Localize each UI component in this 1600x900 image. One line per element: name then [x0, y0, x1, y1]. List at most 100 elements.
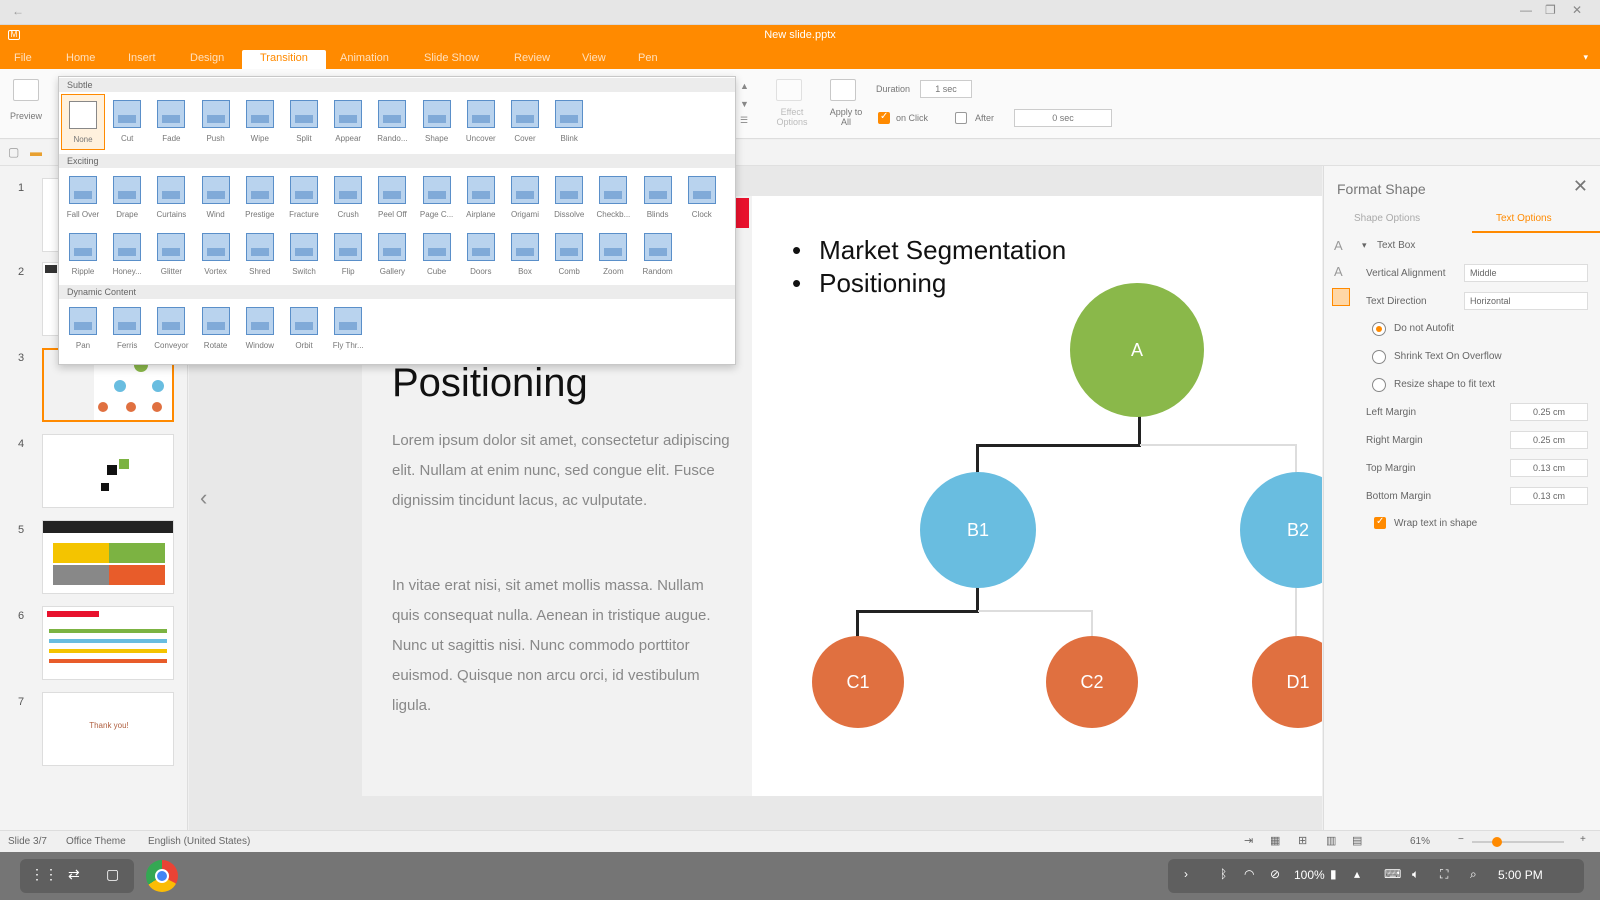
slideshow-view-icon[interactable]: ▤ [1352, 834, 1362, 847]
zoom-out-icon[interactable]: − [1458, 834, 1464, 845]
transition-option[interactable]: Doors [459, 227, 503, 283]
text-direction-select[interactable]: Horizontal [1464, 292, 1588, 310]
transition-option[interactable]: Flip [326, 227, 370, 283]
bottom-margin-spinner[interactable]: 0.13 cm [1510, 487, 1588, 505]
transition-option[interactable]: Clock [680, 170, 724, 226]
transition-option[interactable]: Page C... [415, 170, 459, 226]
transition-option[interactable]: Pan [61, 301, 105, 357]
slide-title[interactable]: Positioning [392, 361, 588, 406]
open-folder-icon[interactable]: ▬ [30, 145, 42, 159]
node-a[interactable]: A [1070, 283, 1204, 417]
bullet-list[interactable]: Market Segmentation Positioning [792, 234, 1066, 300]
transition-option[interactable]: Box [503, 227, 547, 283]
menu-pen[interactable]: Pen [638, 52, 658, 64]
slide-thumbnail-7[interactable]: Thank you! [42, 692, 174, 766]
transition-option[interactable]: Orbit [282, 301, 326, 357]
menu-animation[interactable]: Animation [340, 52, 389, 64]
close-window-icon[interactable]: ✕ [1572, 3, 1582, 17]
expand-tray-icon[interactable]: › [1184, 867, 1188, 881]
transition-option[interactable]: Airplane [459, 170, 503, 226]
transition-option[interactable]: Gallery [370, 227, 414, 283]
after-checkbox[interactable] [955, 112, 967, 124]
tab-text-options[interactable]: Text Options [1496, 213, 1552, 224]
transition-option[interactable]: Comb [547, 227, 591, 283]
transition-option[interactable]: Shred [238, 227, 282, 283]
menu-transition[interactable]: Transition [242, 50, 326, 70]
text-effects-icon[interactable]: A [1334, 264, 1343, 279]
transition-option[interactable]: None [61, 94, 105, 150]
transition-option[interactable]: Window [238, 301, 282, 357]
slide-paragraph-2[interactable]: In vitae erat nisi, sit amet mollis mass… [392, 571, 732, 721]
transition-option[interactable]: Glitter [149, 227, 193, 283]
node-b1[interactable]: B1 [920, 472, 1036, 588]
vertical-alignment-select[interactable]: Middle [1464, 264, 1588, 282]
normal-view-icon[interactable]: ▦ [1270, 834, 1280, 847]
reading-view-icon[interactable]: ▥ [1326, 834, 1336, 847]
menu-design[interactable]: Design [190, 52, 224, 64]
switch-icon[interactable]: ⇄ [68, 866, 80, 883]
transition-option[interactable]: Drape [105, 170, 149, 226]
zoom-level[interactable]: 61% [1410, 836, 1430, 847]
node-d1[interactable]: D1 [1252, 636, 1322, 728]
slide-thumbnail-4[interactable] [42, 434, 174, 508]
up-arrow-icon[interactable]: ▴ [1354, 867, 1360, 881]
duration-spinner[interactable]: 1 sec [920, 80, 972, 98]
transition-option[interactable]: Rotate [194, 301, 238, 357]
transition-option[interactable]: Blink [547, 94, 591, 150]
menu-view[interactable]: View [582, 52, 606, 64]
top-margin-spinner[interactable]: 0.13 cm [1510, 459, 1588, 477]
transition-option[interactable]: Cover [503, 94, 547, 150]
transition-option[interactable]: Fall Over [61, 170, 105, 226]
transition-option[interactable]: Split [282, 94, 326, 150]
transition-option[interactable]: Push [194, 94, 238, 150]
menu-slide-show[interactable]: Slide Show [424, 52, 479, 64]
transition-option[interactable]: Wind [194, 170, 238, 226]
node-b2[interactable]: B2 [1240, 472, 1322, 588]
text-fill-icon[interactable]: A [1334, 238, 1343, 253]
text-box-section[interactable]: Text Box [1377, 240, 1415, 251]
search-icon[interactable]: ⌕ [1470, 867, 1477, 882]
transition-option[interactable]: Appear [326, 94, 370, 150]
autofit-none-radio[interactable] [1372, 322, 1386, 336]
language[interactable]: English (United States) [148, 836, 250, 847]
text-box-icon[interactable] [1332, 288, 1350, 306]
screen-capture-icon[interactable]: ⛶ [1440, 867, 1448, 882]
zoom-in-icon[interactable]: + [1580, 834, 1586, 845]
transition-option[interactable]: Wipe [238, 94, 282, 150]
transition-option[interactable]: Cut [105, 94, 149, 150]
transition-option[interactable]: Honey... [105, 227, 149, 283]
keyboard-icon[interactable]: ⌨ [1384, 867, 1401, 881]
transition-option[interactable]: Fly Thr... [326, 301, 370, 357]
slide-paragraph-1[interactable]: Lorem ipsum dolor sit amet, consectetur … [392, 426, 732, 516]
gallery-scroll-up-icon[interactable]: ▲ [740, 81, 749, 91]
volume-icon[interactable]: 🔈︎ [1412, 867, 1419, 882]
ribbon-collapse-icon[interactable]: ▾ [1583, 52, 1588, 63]
transition-option[interactable]: Cube [415, 227, 459, 283]
left-margin-spinner[interactable]: 0.25 cm [1510, 403, 1588, 421]
transition-option[interactable]: Random [636, 227, 680, 283]
transition-option[interactable]: Peel Off [370, 170, 414, 226]
browser-icon[interactable] [146, 860, 178, 892]
menu-review[interactable]: Review [514, 52, 550, 64]
gallery-scroll-down-icon[interactable]: ▼ [740, 99, 749, 109]
restore-icon[interactable]: ❐ [1545, 3, 1556, 17]
autofit-shrink-radio[interactable] [1372, 350, 1386, 364]
node-c2[interactable]: C2 [1046, 636, 1138, 728]
transition-option[interactable]: Conveyor [149, 301, 193, 357]
back-arrow-icon[interactable]: ← [12, 4, 24, 18]
do-not-disturb-icon[interactable]: ⊘ [1270, 867, 1280, 881]
close-pane-icon[interactable]: ✕ [1573, 176, 1588, 197]
transition-option[interactable]: Blinds [636, 170, 680, 226]
transition-option[interactable]: Shape [415, 94, 459, 150]
menu-home[interactable]: Home [66, 52, 95, 64]
transition-option[interactable]: Zoom [591, 227, 635, 283]
menu-insert[interactable]: Insert [128, 52, 156, 64]
gallery-more-icon[interactable]: ☰ [740, 115, 748, 126]
tab-shape-options[interactable]: Shape Options [1354, 213, 1420, 224]
right-margin-spinner[interactable]: 0.25 cm [1510, 431, 1588, 449]
effect-options-icon[interactable] [776, 79, 802, 101]
zoom-slider-thumb[interactable] [1492, 837, 1502, 847]
transition-option[interactable]: Curtains [149, 170, 193, 226]
slide-sorter-icon[interactable]: ⊞ [1298, 834, 1307, 847]
collapse-panel-chevron-icon[interactable]: ‹ [200, 485, 207, 511]
